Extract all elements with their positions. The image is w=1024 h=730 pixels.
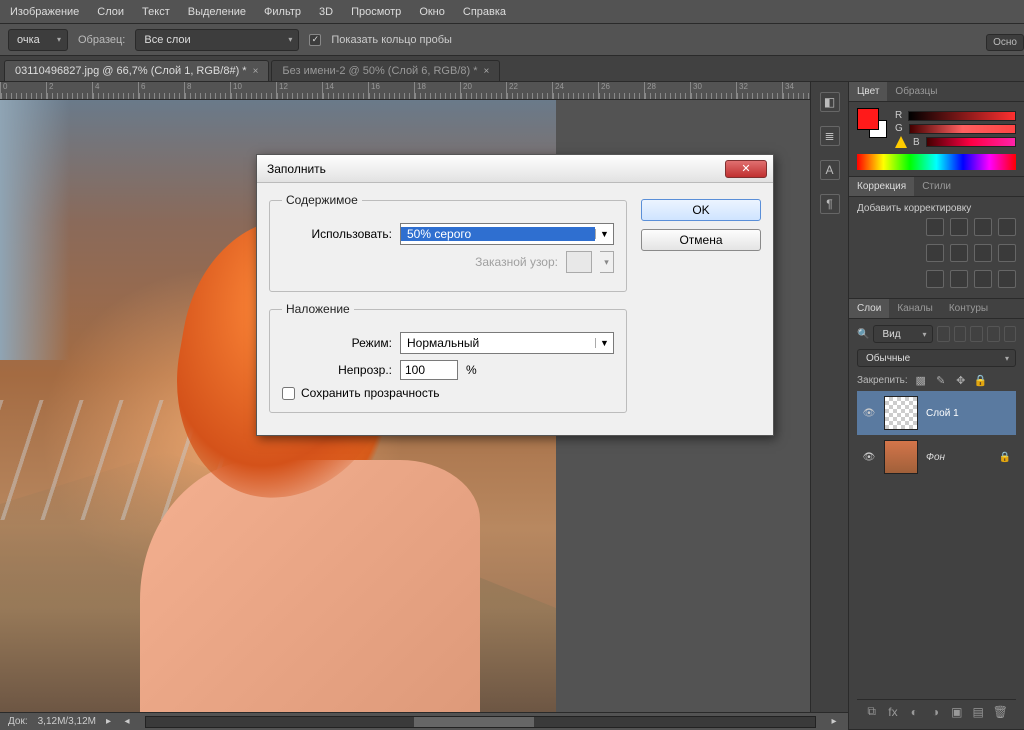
cancel-button[interactable]: Отмена <box>641 229 761 251</box>
use-label: Использовать: <box>282 227 392 241</box>
use-value: 50% серого <box>401 227 595 241</box>
fill-dialog: Заполнить ✕ Содержимое Использовать: 50%… <box>256 154 774 436</box>
chevron-down-icon[interactable]: ▼ <box>595 229 613 239</box>
dialog-titlebar[interactable]: Заполнить ✕ <box>257 155 773 183</box>
blending-group: Наложение Режим: Нормальный ▼ Непрозр.: … <box>269 302 627 413</box>
mode-dropdown[interactable]: Нормальный ▼ <box>400 332 614 354</box>
ok-button[interactable]: OK <box>641 199 761 221</box>
mode-label: Режим: <box>282 336 392 350</box>
contents-legend: Содержимое <box>282 193 362 207</box>
dialog-title-text: Заполнить <box>263 162 725 176</box>
opacity-input[interactable]: 100 <box>400 360 458 380</box>
opacity-label: Непрозр.: <box>282 363 392 377</box>
contents-group: Содержимое Использовать: 50% серого ▼ За… <box>269 193 627 292</box>
foreground-swatch[interactable] <box>857 108 879 130</box>
use-dropdown[interactable]: 50% серого ▼ <box>400 223 614 245</box>
preserve-transparency-checkbox[interactable]: Сохранить прозрачность <box>282 386 614 400</box>
preserve-checkbox-input[interactable] <box>282 387 295 400</box>
chevron-down-icon: ▾ <box>600 251 614 273</box>
mode-value: Нормальный <box>401 336 595 350</box>
preserve-label: Сохранить прозрачность <box>301 386 440 400</box>
opacity-unit: % <box>466 363 477 377</box>
dialog-close-button[interactable]: ✕ <box>725 160 767 178</box>
blending-legend: Наложение <box>282 302 354 316</box>
pattern-label: Заказной узор: <box>282 255 558 269</box>
chevron-down-icon[interactable]: ▼ <box>595 338 613 348</box>
custom-pattern-swatch <box>566 251 592 273</box>
